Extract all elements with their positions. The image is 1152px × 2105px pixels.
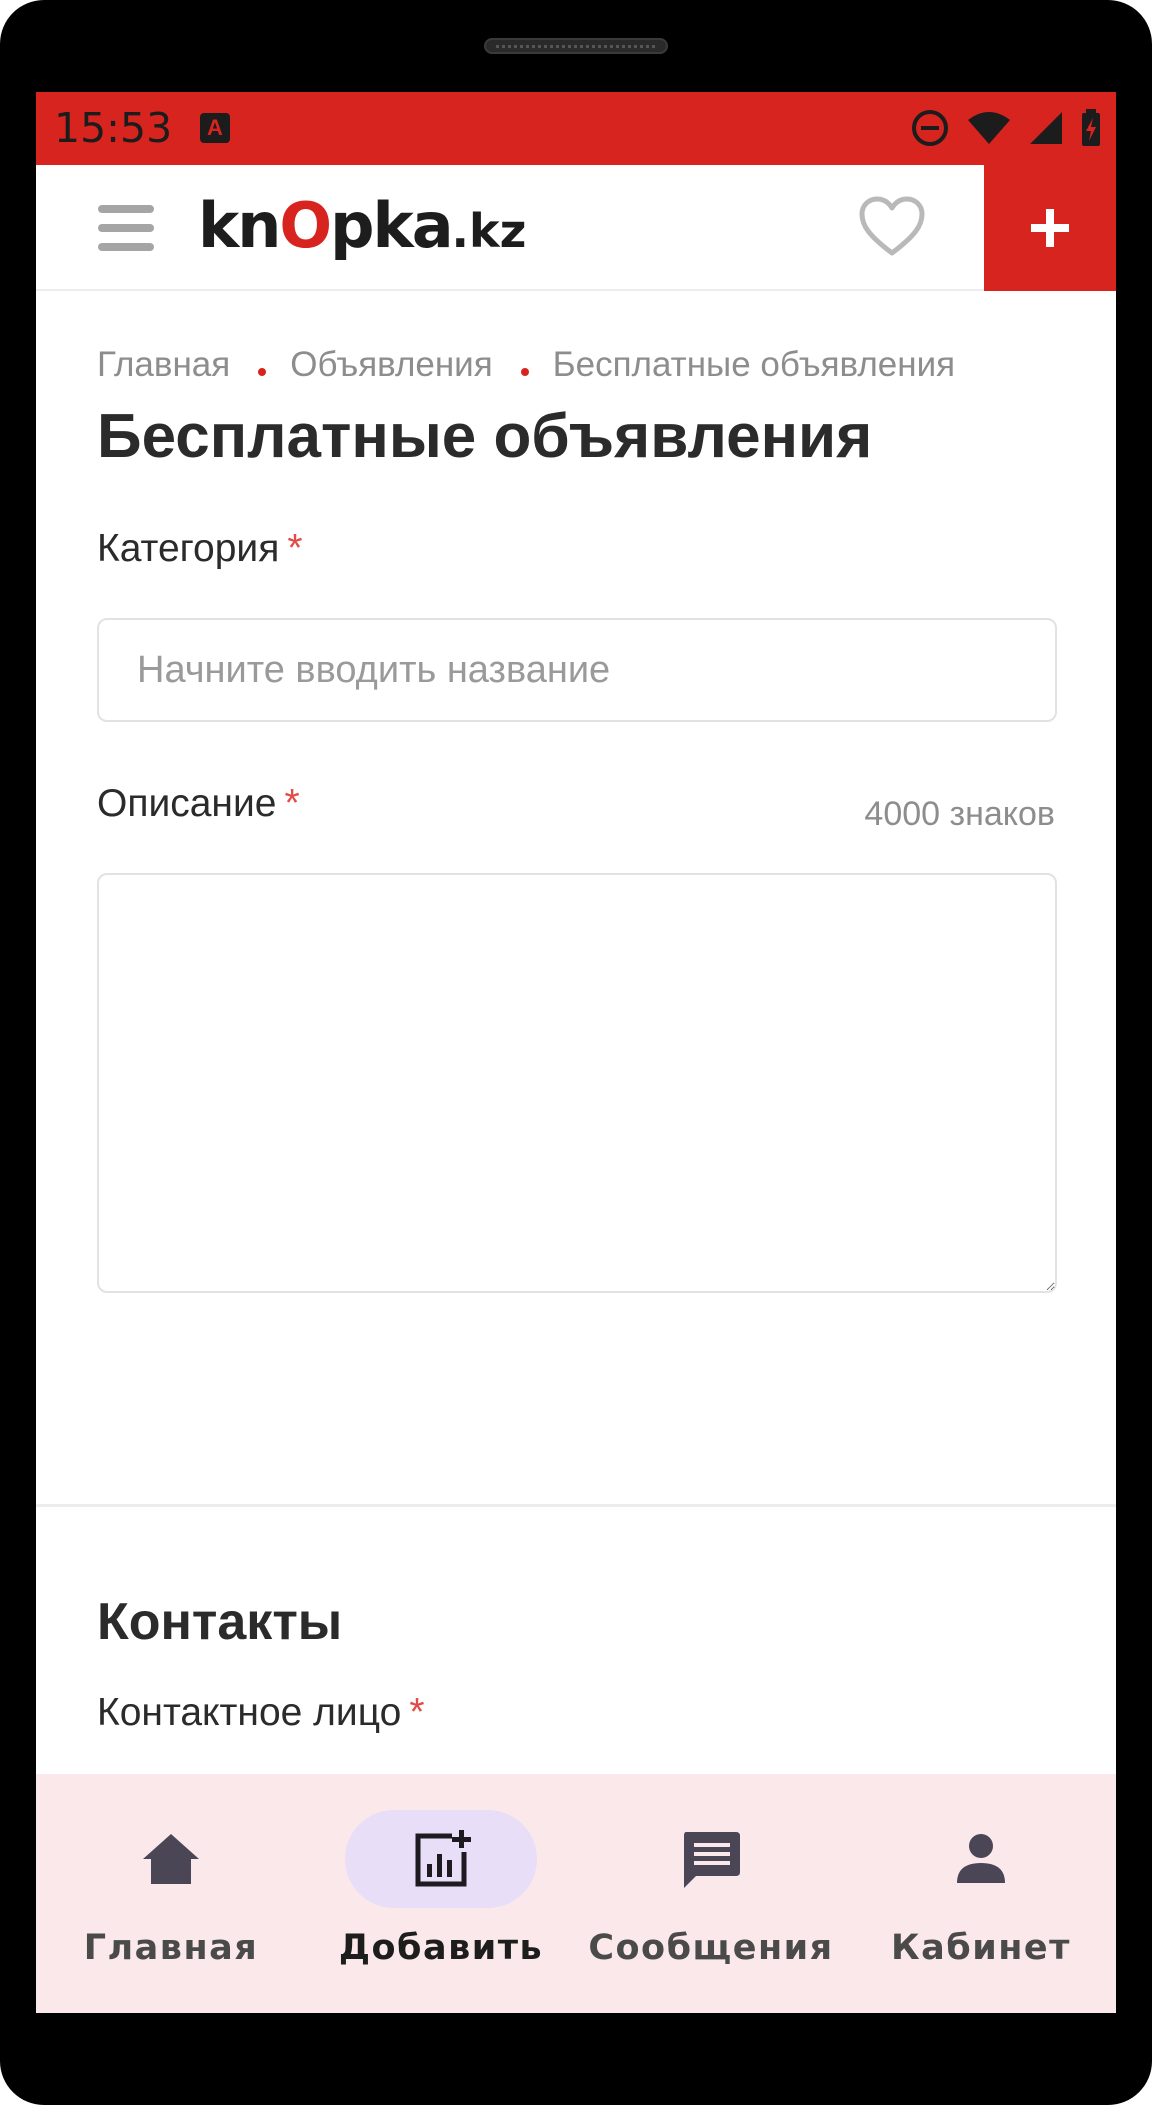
page-title: Бесплатные объявления — [97, 402, 873, 471]
device-speaker — [484, 38, 668, 54]
logo-text-kz: .kz — [451, 204, 527, 258]
breadcrumb: Главная Объявления Бесплатные объявления — [97, 345, 955, 385]
hamburger-menu-button[interactable] — [98, 205, 154, 251]
breadcrumb-current: Бесплатные объявления — [552, 345, 956, 384]
category-label: Категория * — [97, 527, 303, 571]
person-icon — [946, 1824, 1016, 1894]
message-icon — [676, 1824, 746, 1894]
description-label-text: Описание — [97, 782, 277, 825]
add-listing-header-button[interactable] — [984, 165, 1116, 291]
status-icons — [910, 108, 1102, 148]
nav-item-cabinet[interactable]: Кабинет — [846, 1774, 1116, 2013]
nav-label-home: Главная — [83, 1928, 259, 1968]
nav-label-cabinet: Кабинет — [891, 1928, 1071, 1968]
required-mark: * — [409, 1691, 425, 1734]
section-divider — [36, 1504, 1116, 1507]
plus-icon — [1031, 209, 1069, 247]
hamburger-icon — [98, 205, 154, 213]
favorites-button[interactable] — [858, 195, 926, 259]
breadcrumb-link-listings[interactable]: Объявления — [290, 345, 492, 385]
app-header: kn O pka .kz — [36, 165, 1116, 291]
screen: 15:53 A kn O pka .kz Главная Объявления … — [36, 92, 1116, 2013]
home-icon — [136, 1824, 206, 1894]
breadcrumb-separator — [258, 368, 267, 376]
hamburger-line — [98, 224, 154, 232]
nav-label-add: Добавить — [338, 1928, 544, 1968]
logo-text-o: O — [279, 189, 332, 262]
contacts-section-title: Контакты — [97, 1593, 343, 1651]
description-textarea[interactable] — [97, 873, 1057, 1293]
battery-charging-icon — [1082, 109, 1100, 146]
logo-text-pka: pka — [330, 189, 453, 262]
contact-person-label-text: Контактное лицо — [97, 1691, 402, 1734]
contact-person-label: Контактное лицо * — [97, 1691, 425, 1735]
add-listing-icon — [406, 1824, 476, 1894]
category-label-text: Категория — [97, 527, 280, 570]
breadcrumb-separator — [520, 368, 529, 376]
description-label: Описание * — [97, 782, 300, 826]
hamburger-line — [98, 243, 154, 251]
heart-icon — [859, 196, 925, 256]
category-input[interactable] — [97, 618, 1057, 722]
wifi-icon — [968, 112, 1010, 144]
status-time: 15:53 — [54, 104, 173, 152]
signal-icon — [1030, 112, 1062, 144]
app-notification-icon: A — [200, 113, 230, 143]
nav-item-messages[interactable]: Сообщения — [576, 1774, 846, 2013]
description-char-counter: 4000 знаков — [864, 795, 1055, 833]
required-mark: * — [287, 527, 303, 570]
breadcrumb-link-home[interactable]: Главная — [97, 345, 230, 385]
nav-item-home[interactable]: Главная — [36, 1774, 306, 2013]
site-logo[interactable]: kn O pka .kz — [198, 183, 526, 269]
nav-label-messages: Сообщения — [588, 1928, 834, 1968]
device-frame: 15:53 A kn O pka .kz Главная Объявления … — [0, 0, 1152, 2105]
nav-item-add[interactable]: Добавить — [306, 1774, 576, 2013]
do-not-disturb-icon — [912, 110, 948, 146]
logo-text-kn: kn — [198, 189, 281, 262]
required-mark: * — [284, 782, 300, 825]
bottom-navigation: Главная Добавить Сообщения Кабинет — [36, 1774, 1116, 2013]
status-bar: 15:53 A — [36, 92, 1116, 165]
